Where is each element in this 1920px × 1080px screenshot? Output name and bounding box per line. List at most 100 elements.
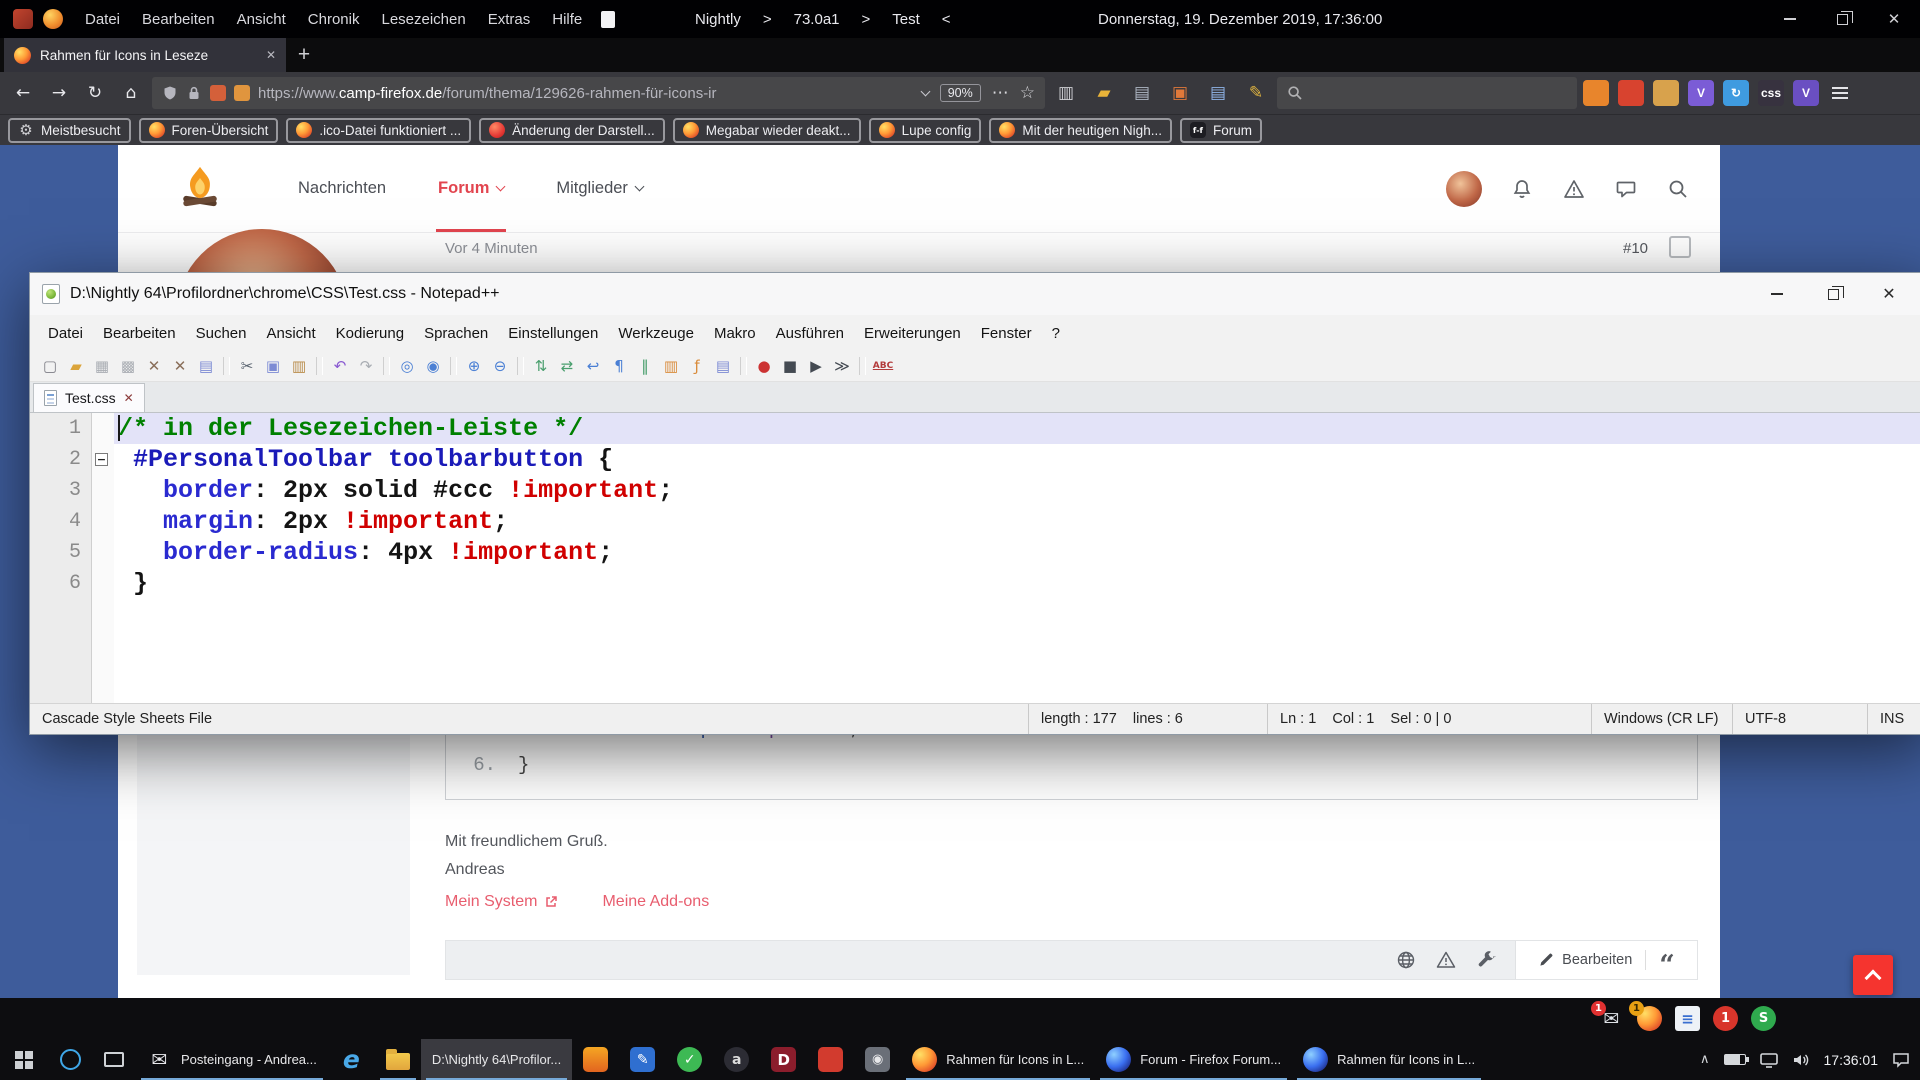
fold-collapse-icon[interactable]: − (95, 453, 108, 466)
back-button[interactable]: ← (8, 78, 38, 108)
status-encoding[interactable]: UTF-8 (1732, 704, 1867, 734)
notepadpp-close-button[interactable]: ✕ (1861, 273, 1917, 315)
new-tab-button[interactable]: + (286, 38, 322, 72)
taskbar-clock[interactable]: 17:36:01 (1824, 1052, 1879, 1068)
separator[interactable] (859, 357, 866, 375)
highlighter-icon[interactable]: ✎ (1241, 78, 1271, 108)
browser-tab[interactable]: Rahmen für Icons in Leseze ✕ (4, 38, 286, 72)
extension-orange-icon[interactable] (1583, 80, 1609, 106)
record-macro-icon[interactable]: ● (752, 354, 776, 378)
taskbar-app-edge[interactable]: e (328, 1039, 375, 1080)
bookmark-item[interactable]: Lupe config (869, 118, 982, 143)
separator[interactable] (223, 357, 230, 375)
replace-icon[interactable]: ◉ (421, 354, 445, 378)
tracking-shield-icon[interactable] (162, 85, 178, 101)
indent-guide-icon[interactable]: ‖ (633, 354, 657, 378)
editor-line[interactable]: 6 − } (30, 568, 1920, 599)
forum-nav-item[interactable]: Forum (412, 145, 530, 232)
separator[interactable] (740, 357, 747, 375)
bookmark-item[interactable]: f-f Forum (1180, 118, 1262, 143)
page-actions-icon[interactable]: ⋯ (992, 83, 1009, 103)
sync-vertical-icon[interactable]: ⇅ (529, 354, 553, 378)
menubar-item[interactable]: Extras (477, 11, 542, 28)
search-icon[interactable] (1666, 177, 1690, 201)
menubar-addon-icon-2[interactable] (43, 9, 63, 29)
task-view-icon[interactable] (92, 1039, 136, 1080)
bookmark-item[interactable]: Foren-Übersicht (139, 118, 279, 143)
menu-hamburger-icon[interactable] (1825, 78, 1855, 108)
urlbar-dropdown-icon[interactable] (920, 87, 930, 97)
action-center-icon[interactable] (1892, 1052, 1910, 1068)
notepadpp-menu-item[interactable]: Sprachen (414, 325, 498, 342)
extension-v-icon[interactable]: V (1688, 80, 1714, 106)
taskbar-app-thunderbird[interactable]: ✉ Posteingang - Andrea... (136, 1039, 328, 1080)
sync-horizontal-icon[interactable]: ⇄ (555, 354, 579, 378)
find-icon[interactable]: ◎ (395, 354, 419, 378)
editor-line[interactable]: 3 − border: 2px solid #ccc !important; (30, 475, 1920, 506)
menubar-addon-icon-1[interactable] (13, 9, 33, 29)
separator[interactable] (316, 357, 323, 375)
save-all-icon[interactable]: ▩ (116, 354, 140, 378)
page-action-icon-2[interactable] (234, 85, 250, 101)
cortana-icon[interactable] (48, 1039, 92, 1080)
menubar-item[interactable]: Datei (74, 11, 131, 28)
taskbar-app-notepadpp[interactable]: N D:\Nightly 64\Profilor... (421, 1039, 572, 1080)
forum-nav-item[interactable]: Nachrichten (272, 145, 412, 232)
notepadpp-minimize-button[interactable] (1749, 273, 1805, 315)
signature-link[interactable]: Meine Add-ons (602, 893, 709, 911)
taskbar-app-red[interactable] (807, 1039, 854, 1080)
separator[interactable] (450, 357, 457, 375)
report-warning-icon[interactable] (1431, 945, 1461, 975)
notepadpp-menu-item[interactable]: Fenster (971, 325, 1042, 342)
fold-margin[interactable]: − (92, 506, 114, 537)
status-insert-mode[interactable]: INS (1867, 704, 1920, 734)
start-button[interactable] (0, 1039, 48, 1080)
tray-firefox-icon[interactable]: 1 (1637, 1006, 1662, 1031)
network-icon[interactable] (1760, 1052, 1778, 1068)
save-icon[interactable]: ▦ (90, 354, 114, 378)
tray-overflow-chevron-icon[interactable]: ∧ (1700, 1052, 1710, 1067)
screenshot-icon[interactable]: ▣ (1165, 78, 1195, 108)
bookmark-item[interactable]: Änderung der Darstell... (479, 118, 665, 143)
extension-refresh-icon[interactable]: ↻ (1723, 80, 1749, 106)
tray-messenger-icon[interactable]: S (1751, 1006, 1776, 1031)
url-text[interactable]: https://www.camp-firefox.de/forum/thema/… (258, 85, 914, 102)
sidebar-icon[interactable]: ▥ (1051, 78, 1081, 108)
bookmark-star-icon[interactable]: ☆ (1020, 83, 1035, 103)
tray-document-icon[interactable]: ≡ (1675, 1006, 1700, 1031)
undo-icon[interactable]: ↶ (328, 354, 352, 378)
bookmark-item[interactable]: Mit der heutigen Nigh... (989, 118, 1172, 143)
campfire-logo[interactable] (174, 163, 226, 215)
minimize-button[interactable] (1764, 0, 1816, 38)
editor-line[interactable]: 5 − border-radius: 4px !important; (30, 537, 1920, 568)
zoom-level-button[interactable]: 90% (940, 84, 981, 102)
notepadpp-menu-item[interactable]: Einstellungen (498, 325, 608, 342)
function-list-icon[interactable]: ƒ (685, 354, 709, 378)
notepadpp-restore-button[interactable] (1805, 273, 1861, 315)
show-symbols-icon[interactable]: ¶ (607, 354, 631, 378)
copy-icon[interactable]: ▣ (261, 354, 285, 378)
taskbar-app-editor[interactable]: ✎ (619, 1039, 666, 1080)
conversations-icon[interactable] (1614, 177, 1638, 201)
paste-icon[interactable]: ▥ (287, 354, 311, 378)
reload-button[interactable]: ↻ (80, 78, 110, 108)
menubar-page-icon[interactable] (601, 11, 615, 28)
editor-line[interactable]: 1 − /* in der Lesezeichen-Leiste */ (30, 413, 1920, 444)
play-macro-icon[interactable]: ▶ (804, 354, 828, 378)
bookmark-item[interactable]: Megabar wieder deakt... (673, 118, 861, 143)
post-timestamp[interactable]: Vor 4 Minuten (445, 240, 538, 257)
tray-alert-icon[interactable]: 1 (1713, 1006, 1738, 1031)
user-avatar[interactable] (1446, 171, 1482, 207)
taskbar-app-explorer[interactable] (375, 1039, 421, 1080)
menubar-item[interactable]: Bearbeiten (131, 11, 226, 28)
edit-button[interactable]: Bearbeiten (1538, 952, 1632, 968)
taskbar-app-d[interactable]: D (760, 1039, 807, 1080)
home-button[interactable]: ⌂ (116, 78, 146, 108)
new-file-icon[interactable]: ▢ (38, 354, 62, 378)
stop-macro-icon[interactable]: ■ (778, 354, 802, 378)
notepadpp-menu-item[interactable]: Bearbeiten (93, 325, 186, 342)
notepadpp-menu-item[interactable]: Makro (704, 325, 766, 342)
fold-margin[interactable]: − (92, 475, 114, 506)
page-action-icon-1[interactable] (210, 85, 226, 101)
separator[interactable] (383, 357, 390, 375)
